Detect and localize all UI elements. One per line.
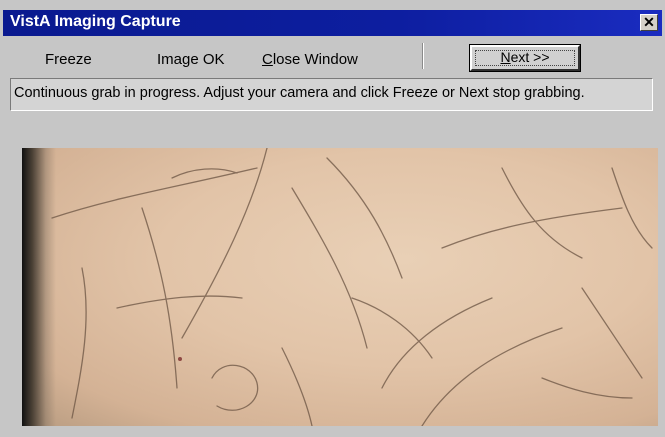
focus-rect (475, 50, 575, 66)
close-window-menu-item[interactable]: Close Window (262, 51, 358, 68)
menu-bar: Freeze Image OK Close Window Next >> (3, 40, 662, 74)
lens-vignette (22, 148, 56, 426)
image-ok-menu-item[interactable]: Image OK (157, 51, 225, 68)
camera-preview (22, 148, 658, 426)
capture-window: VistA Imaging Capture ✕ Freeze Image OK … (0, 0, 665, 437)
close-window-label: lose Window (272, 51, 358, 68)
window-title: VistA Imaging Capture (10, 13, 181, 30)
next-button[interactable]: Next >> (469, 44, 581, 72)
title-bar[interactable]: VistA Imaging Capture ✕ (3, 10, 662, 36)
status-bar: Continuous grab in progress. Adjust your… (10, 78, 653, 111)
close-icon: ✕ (643, 14, 655, 30)
close-window-mnemonic: C (262, 51, 273, 68)
status-message: Continuous grab in progress. Adjust your… (14, 85, 585, 101)
close-button[interactable]: ✕ (640, 14, 658, 31)
freeze-menu-item[interactable]: Freeze (45, 51, 92, 68)
menu-separator (422, 43, 424, 69)
skin-hair-texture (51, 148, 653, 426)
camera-preview-image (22, 148, 658, 426)
